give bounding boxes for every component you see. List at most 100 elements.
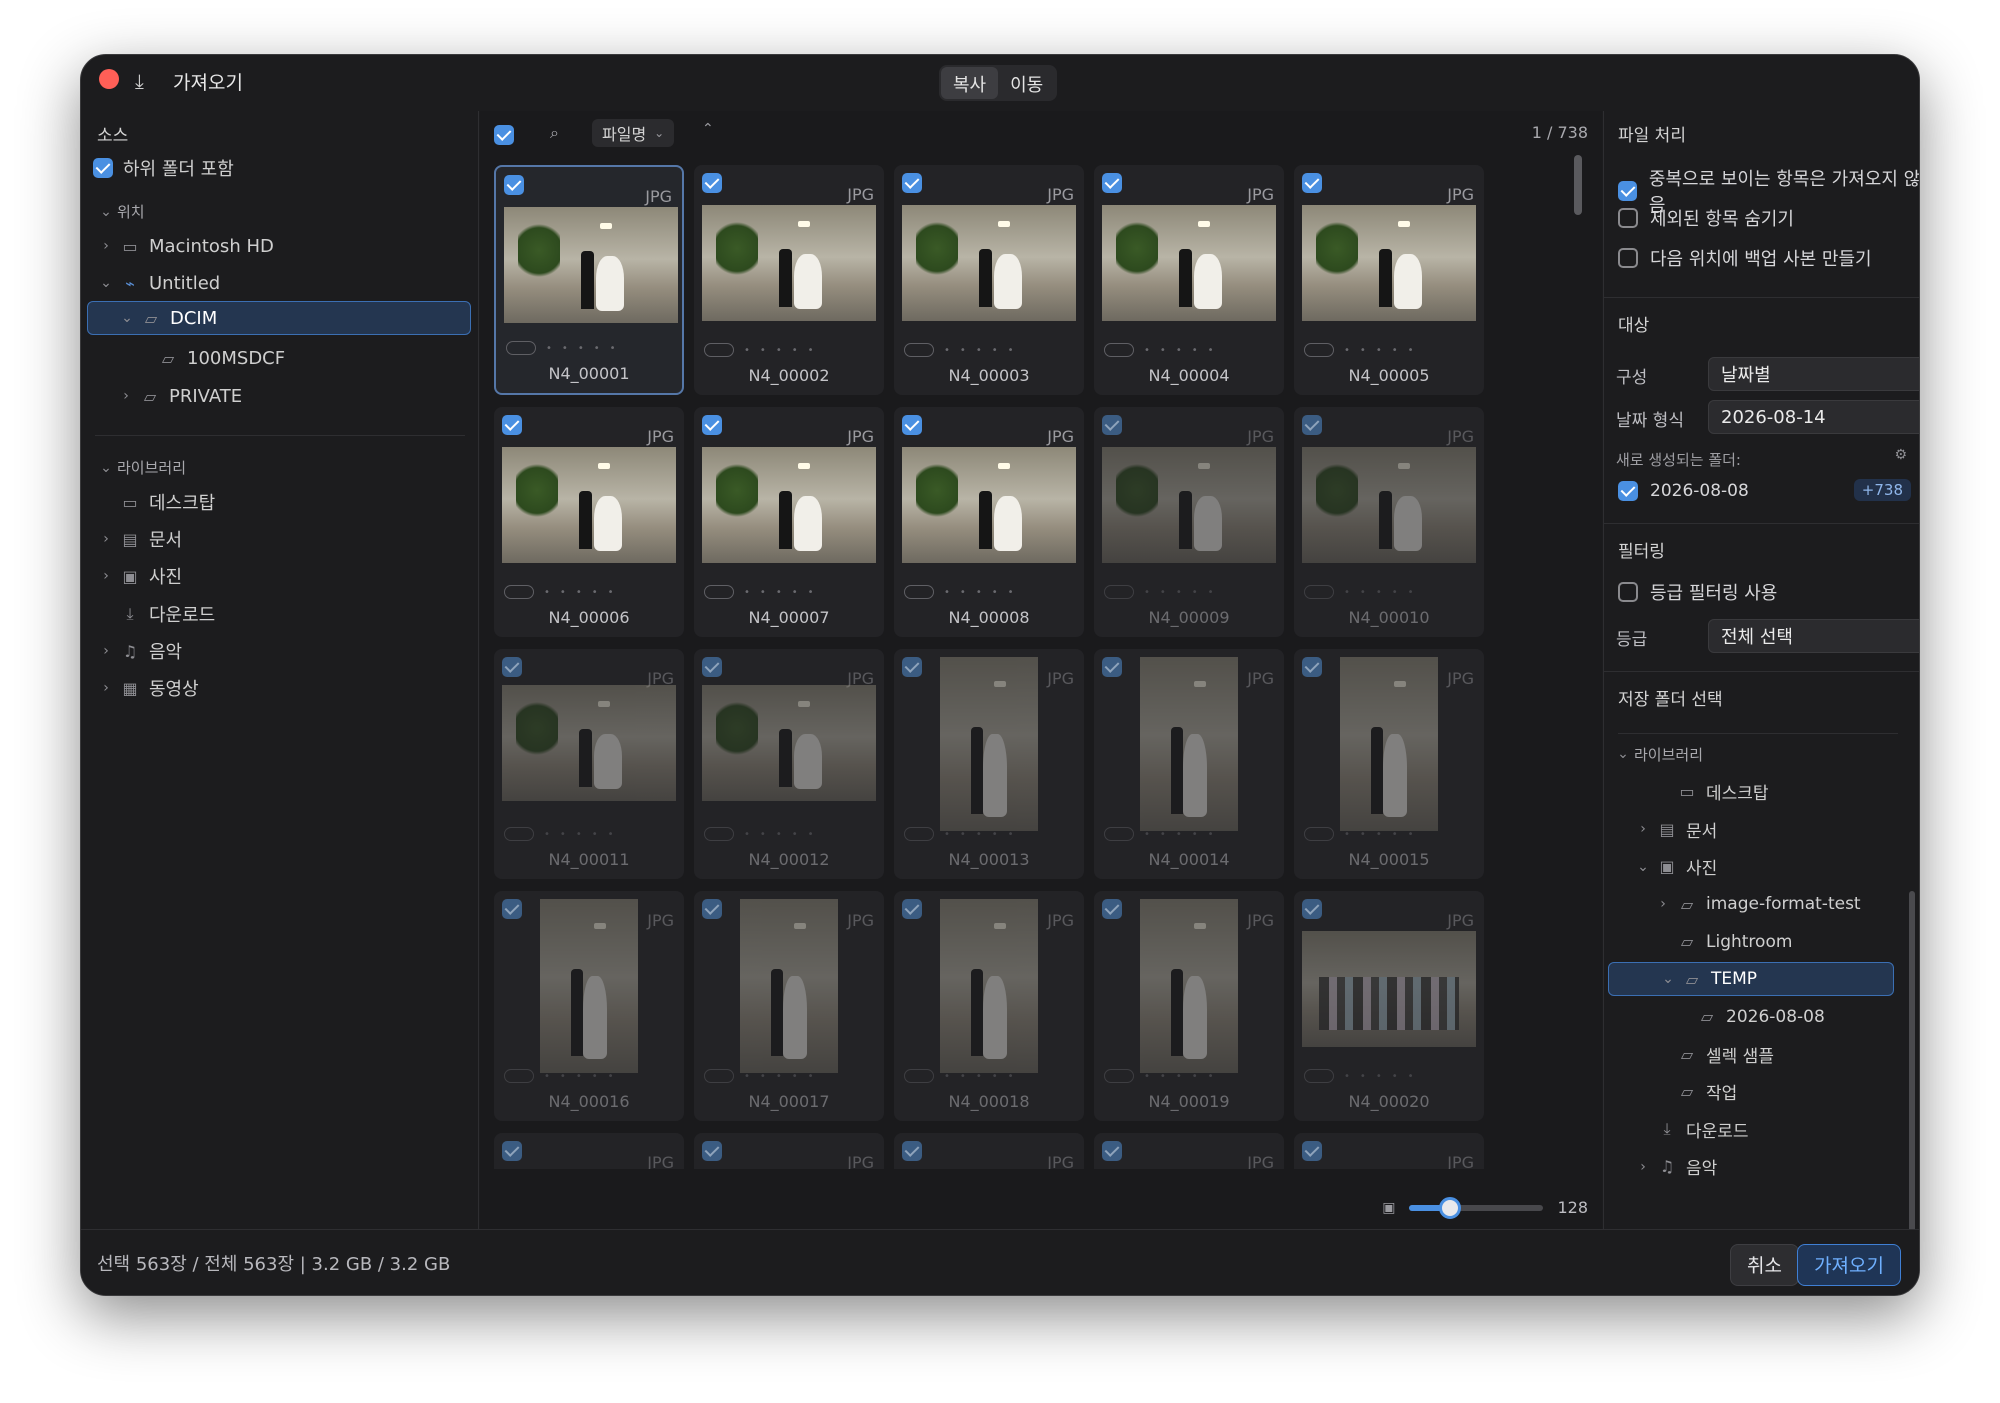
photo-tile[interactable]: JPG • • • • • N4_00008 xyxy=(894,407,1084,637)
folder-tree-item[interactable]: ▱ Lightroom xyxy=(1604,925,1919,959)
folder-tree-item[interactable]: ▱ 작업 xyxy=(1604,1075,1919,1109)
chevron-down-icon[interactable]: ⌄ xyxy=(1612,746,1634,762)
location-untitled[interactable]: ⌄ ⌁ Untitled xyxy=(95,266,465,300)
photo-thumbnail[interactable] xyxy=(502,685,676,801)
star-dot[interactable]: • xyxy=(792,1071,798,1082)
photo-thumbnail[interactable] xyxy=(540,899,638,1073)
star-dot[interactable]: • xyxy=(608,1071,614,1082)
star-dot[interactable]: • xyxy=(1392,829,1398,840)
reject-toggle[interactable] xyxy=(904,1069,934,1083)
star-dot[interactable]: • xyxy=(608,829,614,840)
rating-control[interactable]: • • • • • xyxy=(504,827,614,841)
star-dot[interactable]: • xyxy=(744,1071,750,1082)
hide-excluded-option[interactable]: 제외된 항목 숨기기 xyxy=(1618,205,1794,231)
library-item-movies[interactable]: › ▦ 동영상 xyxy=(95,671,199,705)
search-icon[interactable]: ⌕ xyxy=(550,123,559,143)
star-dot[interactable]: • xyxy=(560,829,566,840)
chevron-right-icon[interactable]: › xyxy=(1632,1159,1654,1175)
library-item-desktop[interactable]: ▭ 데스크탑 xyxy=(117,485,215,519)
chevron-right-icon[interactable]: › xyxy=(1652,896,1674,912)
rating-control[interactable]: • • • • • xyxy=(1104,343,1214,357)
star-dot[interactable]: • xyxy=(976,345,982,356)
folder-tree-item[interactable]: ▱ 셀렉 샘플 xyxy=(1604,1037,1919,1071)
star-dot[interactable]: • xyxy=(562,343,568,354)
star-dot[interactable]: • xyxy=(1344,345,1350,356)
star-dot[interactable]: • xyxy=(544,829,550,840)
star-dot[interactable]: • xyxy=(1344,829,1350,840)
hide-excluded-checkbox[interactable] xyxy=(1618,208,1638,228)
photo-thumbnail[interactable] xyxy=(902,205,1076,321)
photo-checkbox[interactable] xyxy=(902,173,922,193)
reject-toggle[interactable] xyxy=(1104,1069,1134,1083)
star-dot[interactable]: • xyxy=(1360,1071,1366,1082)
star-dot[interactable]: • xyxy=(760,829,766,840)
photo-tile[interactable]: JPG • • • • • N4_00016 xyxy=(494,891,684,1121)
star-dot[interactable]: • xyxy=(1144,345,1150,356)
star-dot[interactable]: • xyxy=(1376,345,1382,356)
folder-tree-item[interactable]: ▱ 2026-08-08 xyxy=(1604,1000,1919,1034)
star-dot[interactable]: • xyxy=(792,829,798,840)
photo-thumbnail[interactable] xyxy=(702,685,876,801)
star-dot[interactable]: • xyxy=(1344,587,1350,598)
rating-control[interactable]: • • • • • xyxy=(904,827,1014,841)
photo-thumbnail[interactable] xyxy=(504,207,678,323)
photo-tile[interactable]: JPG • • • • • N4_00017 xyxy=(694,891,884,1121)
star-dot[interactable]: • xyxy=(792,345,798,356)
reject-toggle[interactable] xyxy=(1304,585,1334,599)
library-item-downloads[interactable]: ⤓ 다운로드 xyxy=(117,597,215,631)
star-dot[interactable]: • xyxy=(1144,587,1150,598)
star-dot[interactable]: • xyxy=(1376,829,1382,840)
star-dot[interactable]: • xyxy=(992,1071,998,1082)
close-window-button[interactable] xyxy=(99,69,119,89)
folder-tree-item[interactable]: › ▤ 문서 xyxy=(1604,812,1919,846)
photo-thumbnail[interactable] xyxy=(1302,205,1476,321)
rating-control[interactable]: • • • • • xyxy=(1304,585,1414,599)
star-dot[interactable]: • xyxy=(560,1071,566,1082)
star-dot[interactable]: • xyxy=(944,345,950,356)
star-dot[interactable]: • xyxy=(1176,1071,1182,1082)
reject-toggle[interactable] xyxy=(1104,343,1134,357)
star-dot[interactable]: • xyxy=(1392,345,1398,356)
photo-tile[interactable]: JPG • • • • • N4_00002 xyxy=(694,165,884,395)
photo-tile[interactable]: JPG xyxy=(494,1133,684,1169)
star-dot[interactable]: • xyxy=(592,1071,598,1082)
star-dot[interactable]: • xyxy=(808,345,814,356)
photo-tile[interactable]: JPG • • • • • N4_00013 xyxy=(894,649,1084,879)
folder-tree-item[interactable]: ▭ 데스크탑 xyxy=(1604,775,1919,809)
cancel-button[interactable]: 취소 xyxy=(1730,1244,1799,1286)
include-subfolders-checkbox[interactable] xyxy=(93,158,113,178)
photo-thumbnail[interactable] xyxy=(902,447,1076,563)
folder-tree-item[interactable]: ⌄ ▣ 사진 xyxy=(1604,850,1919,884)
backup-copy-option[interactable]: 다음 위치에 백업 사본 만들기 xyxy=(1618,245,1872,271)
photo-thumbnail[interactable] xyxy=(740,899,838,1073)
star-dot[interactable]: • xyxy=(760,1071,766,1082)
photo-checkbox[interactable] xyxy=(1102,415,1122,435)
star-dot[interactable]: • xyxy=(760,345,766,356)
star-dot[interactable]: • xyxy=(1376,1071,1382,1082)
library-item-documents[interactable]: › ▤ 문서 xyxy=(95,522,182,556)
star-dot[interactable]: • xyxy=(1208,587,1214,598)
star-dot[interactable]: • xyxy=(960,1071,966,1082)
import-button[interactable]: 가져오기 xyxy=(1797,1244,1901,1286)
library-group-header[interactable]: ⌄ 라이브러리 xyxy=(95,457,186,478)
star-dot[interactable]: • xyxy=(546,343,552,354)
photo-tile[interactable]: JPG xyxy=(1094,1133,1284,1169)
photo-checkbox[interactable] xyxy=(502,1141,522,1161)
star-dot[interactable]: • xyxy=(1160,829,1166,840)
photo-thumbnail[interactable] xyxy=(702,447,876,563)
star-dot[interactable]: • xyxy=(1176,829,1182,840)
grid-scrollbar[interactable] xyxy=(1574,155,1582,215)
star-dot[interactable]: • xyxy=(776,345,782,356)
sort-direction-icon[interactable]: ⌃ xyxy=(702,121,714,137)
photo-tile[interactable]: JPG • • • • • N4_00012 xyxy=(694,649,884,879)
star-dot[interactable]: • xyxy=(1192,345,1198,356)
star-dot[interactable]: • xyxy=(992,829,998,840)
star-dot[interactable]: • xyxy=(1008,829,1014,840)
star-dot[interactable]: • xyxy=(960,829,966,840)
reject-toggle[interactable] xyxy=(504,827,534,841)
photo-checkbox[interactable] xyxy=(702,173,722,193)
star-dot[interactable]: • xyxy=(578,343,584,354)
star-dot[interactable]: • xyxy=(1176,345,1182,356)
settings-sliders-icon[interactable]: ⚙ xyxy=(1894,447,1907,463)
star-dot[interactable]: • xyxy=(1160,345,1166,356)
